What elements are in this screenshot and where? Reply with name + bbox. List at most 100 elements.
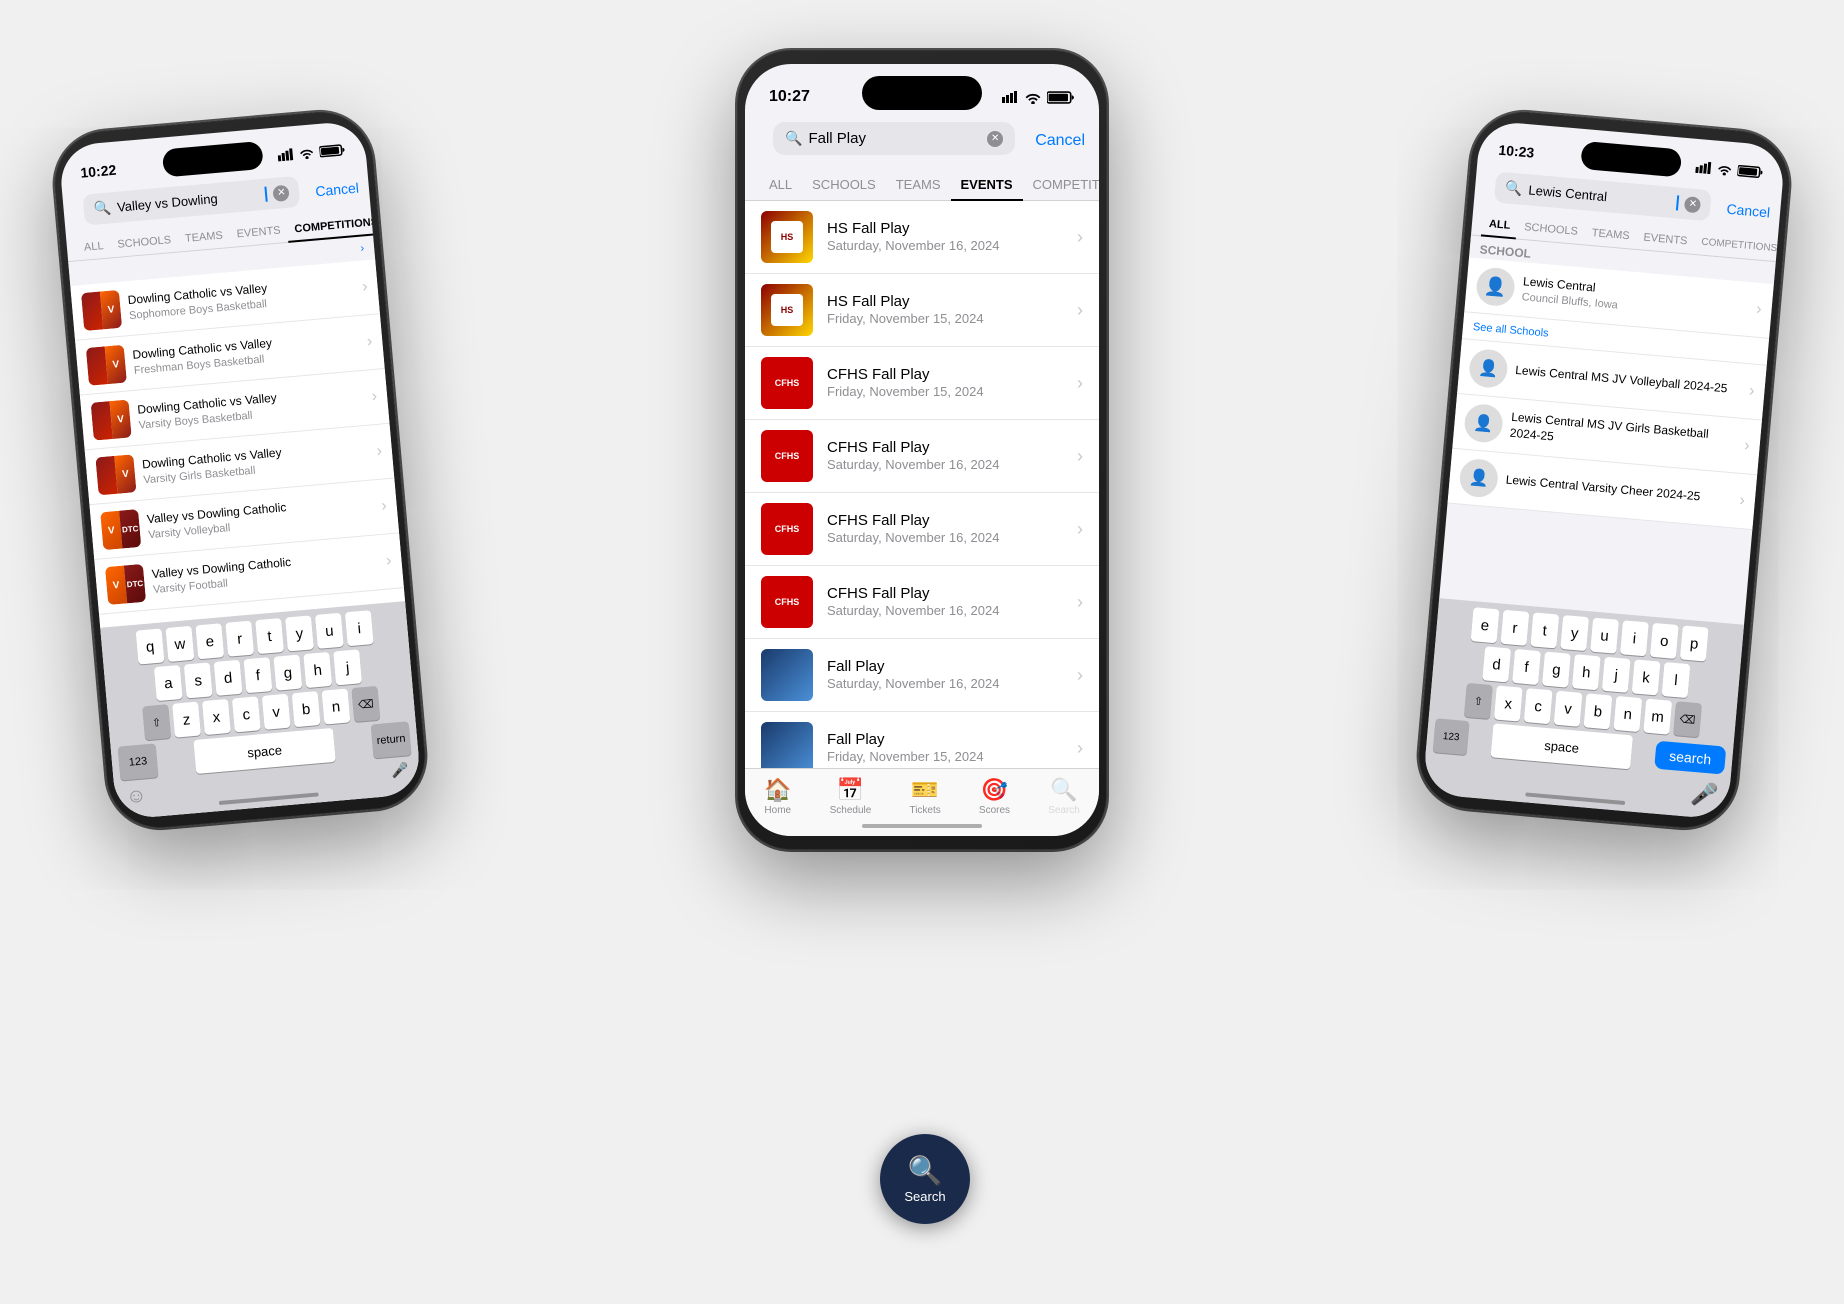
rkey-i[interactable]: i (1620, 620, 1649, 656)
see-all-competitions[interactable]: › (360, 242, 365, 254)
center-result-1[interactable]: HS HS Fall Play Saturday, November 16, 2… (745, 201, 1099, 274)
tab-schools-center[interactable]: SCHOOLS (802, 169, 886, 200)
rkey-123[interactable]: 123 (1433, 718, 1470, 755)
cancel-btn-right[interactable]: Cancel (1726, 200, 1771, 220)
key-y[interactable]: y (285, 615, 314, 651)
key-space[interactable]: space (193, 728, 335, 774)
tab-events-center[interactable]: EVENTS (951, 169, 1023, 200)
key-t[interactable]: t (255, 618, 284, 654)
tab-scores[interactable]: 🎯 Scores (979, 777, 1010, 816)
key-w[interactable]: w (165, 626, 194, 662)
tab-teams-right[interactable]: TEAMS (1584, 220, 1638, 248)
center-result-3[interactable]: CFHS CFHS Fall Play Friday, November 15,… (745, 347, 1099, 420)
tab-teams-center[interactable]: TEAMS (886, 169, 951, 200)
cancel-btn-left[interactable]: Cancel (315, 179, 360, 199)
rkey-u[interactable]: u (1590, 618, 1619, 654)
key-d[interactable]: d (214, 660, 243, 696)
key-delete[interactable]: ⌫ (351, 686, 380, 722)
search-input-right[interactable]: Lewis Central (1528, 182, 1680, 210)
search-button-right[interactable]: search (1654, 741, 1726, 775)
tab-tickets[interactable]: 🎫 Tickets (909, 777, 940, 816)
key-123[interactable]: 123 (118, 743, 159, 780)
center-logo-1: HS (761, 211, 813, 263)
rkey-c[interactable]: c (1524, 688, 1553, 724)
rkey-shift[interactable]: ⇧ (1464, 683, 1493, 719)
search-bar-center[interactable]: 🔍 Fall Play ✕ (773, 122, 1015, 155)
key-u[interactable]: u (315, 613, 344, 649)
key-g[interactable]: g (273, 655, 302, 691)
key-v[interactable]: v (262, 694, 291, 730)
see-all-label[interactable]: See all Schools (1472, 321, 1549, 340)
key-n[interactable]: n (322, 688, 351, 724)
rkey-h[interactable]: h (1572, 654, 1601, 690)
rkey-d[interactable]: d (1482, 646, 1511, 682)
center-result-8[interactable]: Fall Play Friday, November 15, 2024 › (745, 712, 1099, 768)
key-c[interactable]: c (232, 696, 261, 732)
key-e[interactable]: e (195, 623, 224, 659)
key-shift[interactable]: ⇧ (142, 704, 171, 740)
key-h[interactable]: h (303, 652, 332, 688)
rkey-b[interactable]: b (1584, 693, 1613, 729)
rkey-g[interactable]: g (1542, 652, 1571, 688)
rkey-k[interactable]: k (1632, 659, 1661, 695)
rkey-v[interactable]: v (1554, 691, 1583, 727)
rkey-j[interactable]: j (1602, 657, 1631, 693)
tab-events-right[interactable]: EVENTS (1635, 225, 1695, 254)
key-q[interactable]: q (136, 628, 165, 664)
key-i[interactable]: i (345, 610, 374, 646)
search-badge-label: Search (904, 1189, 945, 1204)
tab-all-left[interactable]: ALL (76, 233, 112, 260)
key-mic[interactable]: 🎤 (391, 761, 410, 785)
result-info-2: Dowling Catholic vs Valley Freshman Boys… (132, 328, 360, 378)
search-clear-center[interactable]: ✕ (987, 131, 1003, 147)
dynamic-island-center (862, 76, 982, 110)
rkey-y[interactable]: y (1560, 615, 1589, 651)
rkey-o[interactable]: o (1650, 623, 1679, 659)
key-b[interactable]: b (292, 691, 321, 727)
rkey-x[interactable]: x (1494, 685, 1523, 721)
search-clear-left[interactable]: ✕ (273, 184, 290, 201)
center-result-2[interactable]: HS HS Fall Play Friday, November 15, 202… (745, 274, 1099, 347)
key-j[interactable]: j (333, 649, 362, 685)
rkey-delete[interactable]: ⌫ (1673, 701, 1702, 737)
rkey-m[interactable]: m (1643, 699, 1672, 735)
key-z[interactable]: z (172, 702, 201, 738)
tab-all-right[interactable]: ALL (1481, 211, 1518, 238)
status-icons-right (1695, 151, 1765, 179)
search-icon-right: 🔍 (1504, 179, 1523, 197)
tab-scores-label: Scores (979, 805, 1010, 816)
key-a[interactable]: a (154, 665, 183, 701)
key-x[interactable]: x (202, 699, 231, 735)
center-result-7[interactable]: Fall Play Saturday, November 16, 2024 › (745, 639, 1099, 712)
rkey-t[interactable]: t (1530, 612, 1559, 648)
center-result-4[interactable]: CFHS CFHS Fall Play Saturday, November 1… (745, 420, 1099, 493)
mic-icon-right[interactable]: 🎤 (1690, 781, 1720, 809)
key-f[interactable]: f (244, 657, 273, 693)
tab-all-center[interactable]: ALL (759, 169, 802, 200)
rkey-r[interactable]: r (1500, 610, 1529, 646)
cancel-btn-center[interactable]: Cancel (1035, 132, 1085, 150)
tab-home-label: Home (764, 805, 791, 816)
tab-events-left[interactable]: EVENTS (229, 218, 289, 247)
search-clear-right[interactable]: ✕ (1684, 196, 1701, 213)
center-result-6[interactable]: CFHS CFHS Fall Play Saturday, November 1… (745, 566, 1099, 639)
key-r[interactable]: r (225, 621, 254, 657)
rkey-p[interactable]: p (1680, 625, 1709, 661)
center-info-1: HS Fall Play Saturday, November 16, 2024 (827, 219, 1067, 255)
search-input-center[interactable]: Fall Play (808, 130, 981, 147)
key-s[interactable]: s (184, 662, 213, 698)
tab-home[interactable]: 🏠 Home (764, 777, 791, 816)
search-input-left[interactable]: Valley vs Dowling (116, 187, 268, 215)
key-emoji[interactable]: ☺ (125, 784, 147, 809)
key-return[interactable]: return (371, 721, 412, 758)
rkey-n[interactable]: n (1613, 696, 1642, 732)
tab-competitions-center[interactable]: COMPETITIONS (1023, 169, 1099, 200)
tab-schedule[interactable]: 📅 Schedule (830, 777, 872, 816)
tab-teams-left[interactable]: TEAMS (177, 223, 231, 251)
center-result-5[interactable]: CFHS CFHS Fall Play Saturday, November 1… (745, 493, 1099, 566)
rkey-space[interactable]: space (1491, 723, 1633, 769)
rkey-l[interactable]: l (1662, 662, 1691, 698)
rkey-f[interactable]: f (1512, 649, 1541, 685)
phone-center-screen: 10:27 🔍 Fall Play ✕ Cancel ALL S (745, 64, 1099, 836)
rkey-e[interactable]: e (1471, 607, 1500, 643)
